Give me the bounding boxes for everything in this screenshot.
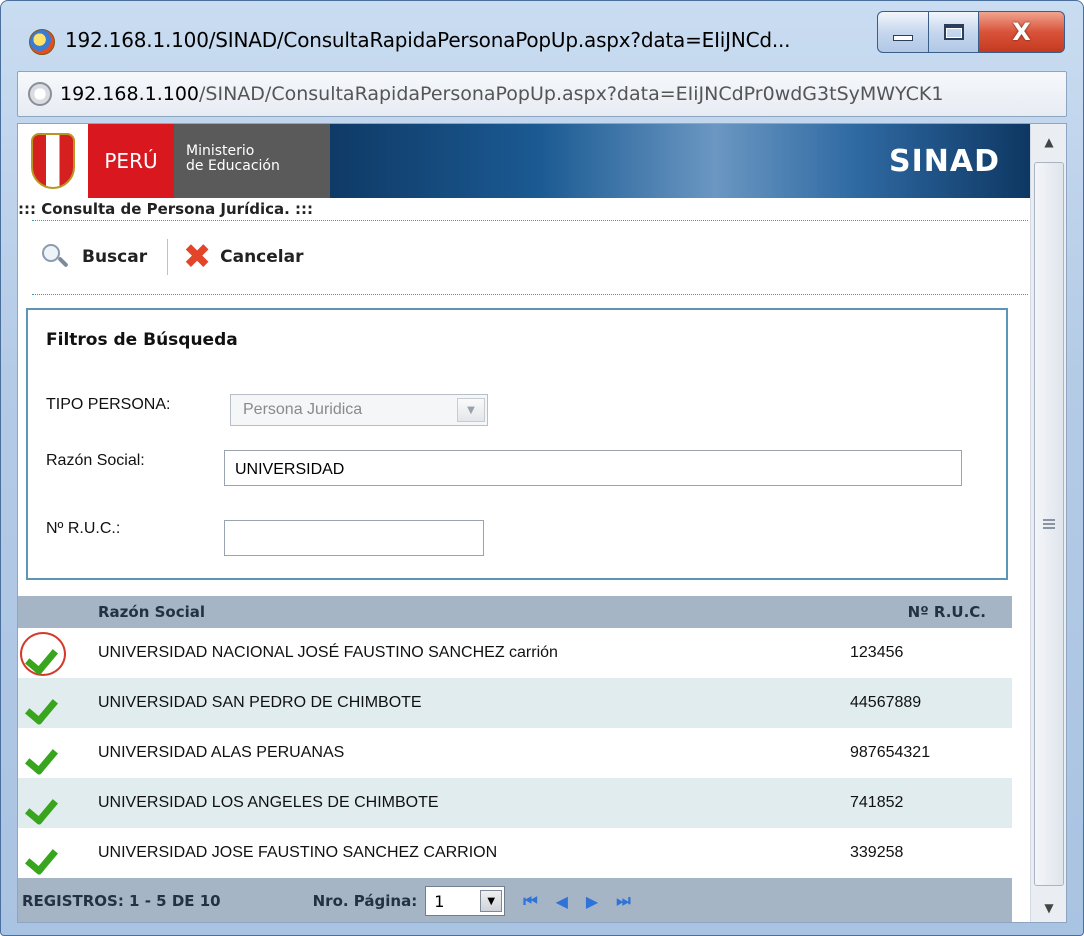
cell-ruc: 44567889	[850, 694, 922, 711]
cell-razon-social: UNIVERSIDAD LOS ANGELES DE CHIMBOTE	[98, 794, 439, 811]
select-row-button[interactable]	[18, 778, 98, 828]
maximize-button[interactable]	[929, 11, 979, 53]
cell-razon-social: UNIVERSIDAD JOSE FAUSTINO SANCHEZ CARRIO…	[98, 844, 498, 861]
ministry-line-1: Ministerio	[186, 143, 255, 159]
cell-ruc: 339258	[850, 844, 904, 861]
coat-of-arms-logo	[18, 124, 88, 198]
cell-razon-social: UNIVERSIDAD NACIONAL JOSÉ FAUSTINO SANCH…	[98, 644, 558, 661]
cancel-icon: ✖	[182, 237, 212, 277]
table-row[interactable]: UNIVERSIDAD SAN PEDRO DE CHIMBOTE 445678…	[18, 678, 1012, 728]
search-button[interactable]: Buscar	[40, 242, 147, 272]
pager-bar: REGISTROS: 1 - 5 DE 10 Nro. Página: 1 ▼ …	[18, 878, 1012, 922]
select-row-button[interactable]	[18, 828, 98, 878]
toolbar: Buscar ✖ Cancelar	[40, 237, 303, 277]
scroll-up-icon[interactable]: ▲	[1031, 126, 1066, 158]
select-row-button[interactable]	[18, 628, 98, 678]
checkmark-icon	[28, 690, 56, 718]
chevron-down-icon: ▼	[457, 398, 485, 422]
scroll-down-icon[interactable]: ▼	[1031, 892, 1066, 922]
app-title: SINAD	[330, 124, 1030, 198]
grid-header: Razón Social Nº R.U.C.	[18, 596, 1012, 628]
browser-logo-icon	[29, 29, 55, 55]
column-header-razon-social[interactable]: Razón Social	[98, 603, 872, 621]
window-title: 192.168.1.100/SINAD/ConsultaRapidaPerson…	[65, 28, 791, 52]
url-text[interactable]: 192.168.1.100/SINAD/ConsultaRapidaPerson…	[60, 83, 943, 105]
search-icon	[40, 242, 70, 272]
table-row[interactable]: UNIVERSIDAD JOSE FAUSTINO SANCHEZ CARRIO…	[18, 828, 1012, 878]
header-banner: PERÚ Ministerio de Educación SINAD	[18, 124, 1030, 198]
cancel-button-label: Cancelar	[220, 247, 304, 267]
table-row[interactable]: UNIVERSIDAD NACIONAL JOSÉ FAUSTINO SANCH…	[18, 628, 1012, 678]
divider	[32, 294, 1028, 295]
cell-ruc: 741852	[850, 794, 904, 811]
razon-social-input[interactable]: UNIVERSIDAD	[224, 450, 962, 486]
url-path: /SINAD/ConsultaRapidaPersonaPopUp.aspx?d…	[199, 83, 944, 105]
page-number-value: 1	[434, 891, 445, 911]
cell-ruc: 123456	[850, 644, 904, 661]
title-bar[interactable]: 192.168.1.100/SINAD/ConsultaRapidaPerson…	[1, 1, 1083, 65]
column-header-ruc[interactable]: Nº R.U.C.	[872, 603, 1012, 621]
minimize-button[interactable]	[877, 11, 929, 53]
cell-razon-social: UNIVERSIDAD SAN PEDRO DE CHIMBOTE	[98, 694, 422, 711]
scrollbar-thumb[interactable]	[1034, 162, 1064, 886]
section-title: ::: Consulta de Persona Jurídica. :::	[18, 200, 314, 218]
cancel-button[interactable]: ✖ Cancelar	[180, 237, 304, 277]
chevron-down-icon: ▼	[480, 890, 503, 912]
divider	[32, 220, 1028, 221]
razon-social-label: Razón Social:	[46, 452, 145, 469]
vertical-scrollbar[interactable]: ▲ ▼	[1030, 124, 1066, 922]
table-row[interactable]: UNIVERSIDAD ALAS PERUANAS 987654321	[18, 728, 1012, 778]
search-button-label: Buscar	[82, 247, 148, 267]
ruc-label: Nº R.U.C.:	[46, 520, 121, 537]
last-page-icon[interactable]: ⏭	[616, 891, 630, 911]
browser-popup-window: 192.168.1.100/SINAD/ConsultaRapidaPerson…	[0, 0, 1084, 936]
checkmark-icon	[28, 740, 56, 768]
cell-razon-social: UNIVERSIDAD ALAS PERUANAS	[98, 744, 345, 761]
globe-icon	[28, 82, 52, 106]
table-row[interactable]: UNIVERSIDAD LOS ANGELES DE CHIMBOTE 7418…	[18, 778, 1012, 828]
toolbar-separator	[167, 239, 169, 275]
select-row-button[interactable]	[18, 728, 98, 778]
minimize-icon	[893, 35, 913, 41]
filters-title: Filtros de Búsqueda	[46, 330, 238, 350]
filters-panel: Filtros de Búsqueda TIPO PERSONA: Person…	[26, 308, 1008, 580]
page-number-select[interactable]: 1 ▼	[425, 886, 506, 916]
shield-icon	[31, 133, 75, 189]
page-number-label: Nro. Página:	[312, 892, 418, 910]
ministry-line-2: de Educación	[186, 158, 280, 174]
records-info: REGISTROS: 1 - 5 DE 10	[22, 892, 221, 910]
close-button[interactable]: X	[979, 11, 1065, 53]
checkmark-icon	[28, 790, 56, 818]
ruc-input[interactable]	[224, 520, 484, 556]
address-bar[interactable]: 192.168.1.100/SINAD/ConsultaRapidaPerson…	[17, 71, 1067, 117]
grip-icon	[1043, 519, 1055, 529]
next-page-icon[interactable]: ▶	[586, 892, 598, 911]
cell-ruc: 987654321	[850, 744, 931, 761]
peru-logo: PERÚ	[88, 124, 174, 198]
page-content: PERÚ Ministerio de Educación SINAD ::: C…	[17, 123, 1067, 923]
select-row-button[interactable]	[18, 678, 98, 728]
maximize-icon	[943, 24, 964, 40]
close-icon: X	[1012, 18, 1031, 46]
url-host: 192.168.1.100	[60, 83, 200, 105]
checkmark-icon	[28, 840, 56, 868]
results-grid: Razón Social Nº R.U.C. UNIVERSIDAD NACIO…	[18, 596, 1012, 878]
checkmark-icon	[28, 640, 56, 668]
tipo-persona-label: TIPO PERSONA:	[46, 396, 171, 413]
tipo-persona-value: Persona Juridica	[243, 401, 363, 418]
page: PERÚ Ministerio de Educación SINAD ::: C…	[18, 124, 1030, 922]
previous-page-icon[interactable]: ◀	[556, 892, 568, 911]
tipo-persona-select[interactable]: Persona Juridica ▼	[230, 394, 488, 426]
ministry-logo: Ministerio de Educación	[174, 124, 330, 198]
first-page-icon[interactable]: ⏮	[523, 891, 537, 911]
